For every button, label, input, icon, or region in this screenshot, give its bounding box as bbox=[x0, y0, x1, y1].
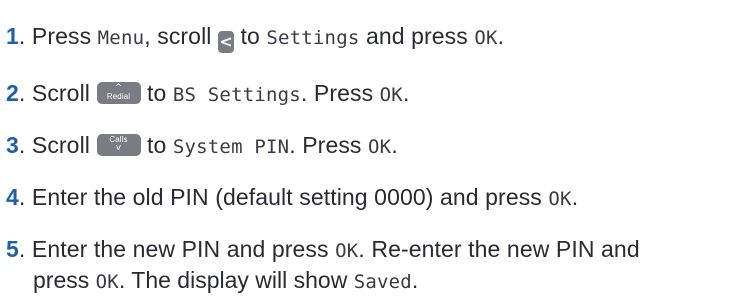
display-text-ok: OK bbox=[474, 27, 498, 49]
display-text-ok: OK bbox=[95, 271, 119, 293]
display-text-system-pin: System PIN bbox=[172, 136, 290, 158]
display-text-menu: Menu bbox=[97, 27, 145, 49]
step-number: 2 bbox=[6, 80, 19, 106]
display-text-settings: Settings bbox=[266, 27, 360, 49]
down-arrow-icon: v bbox=[115, 143, 122, 153]
step-number: 4 bbox=[6, 184, 19, 210]
display-text-bs-settings: BS Settings bbox=[172, 84, 301, 106]
step-text: . Enter the new PIN and press bbox=[18, 236, 336, 262]
step-5-continuation: press OK. The display will show Saved. bbox=[33, 263, 418, 299]
left-arrow-key-icon: < bbox=[217, 31, 234, 53]
step-text: press bbox=[33, 267, 96, 293]
step-number: 5 bbox=[6, 236, 19, 262]
step-number: 3 bbox=[6, 132, 19, 158]
step-3: 3. Scroll Calls v to System PIN. Press OK… bbox=[6, 128, 398, 164]
display-text-ok: OK bbox=[335, 240, 359, 262]
step-text: . bbox=[411, 267, 419, 293]
step-text: . bbox=[391, 132, 398, 158]
step-text: . bbox=[497, 23, 505, 49]
step-text: to bbox=[140, 80, 173, 106]
step-text: and press bbox=[359, 23, 475, 49]
step-text: . Enter the old PIN (default setting 000… bbox=[18, 184, 549, 210]
step-text: . The display will show bbox=[118, 267, 354, 293]
step-text: . Scroll bbox=[18, 132, 97, 158]
step-text: . bbox=[402, 80, 410, 106]
calls-down-key-icon: Calls v bbox=[96, 134, 141, 156]
step-text: . Re-enter the new PIN and bbox=[358, 236, 640, 262]
step-text: . Scroll bbox=[18, 80, 97, 106]
redial-up-key-icon: ^ Redial bbox=[96, 82, 141, 104]
display-text-ok: OK bbox=[368, 136, 392, 158]
step-text: . bbox=[571, 184, 579, 210]
display-text-ok: OK bbox=[379, 84, 403, 106]
step-text: to bbox=[140, 132, 173, 158]
step-text: . Press bbox=[300, 80, 380, 106]
display-text-saved: Saved bbox=[353, 271, 412, 293]
step-number: 1 bbox=[6, 23, 19, 49]
display-text-ok: OK bbox=[548, 188, 572, 210]
step-1: 1. Press Menu, scroll < to Settings and … bbox=[6, 19, 504, 55]
step-text: , scroll bbox=[144, 23, 218, 49]
step-4: 4. Enter the old PIN (default setting 00… bbox=[6, 180, 578, 216]
step-text: . Press bbox=[18, 23, 98, 49]
step-text: to bbox=[233, 23, 267, 49]
key-label: Redial bbox=[106, 92, 131, 101]
step-2: 2. Scroll ^ Redial to BS Settings. Press … bbox=[6, 76, 409, 112]
step-text: . Press bbox=[289, 132, 369, 158]
